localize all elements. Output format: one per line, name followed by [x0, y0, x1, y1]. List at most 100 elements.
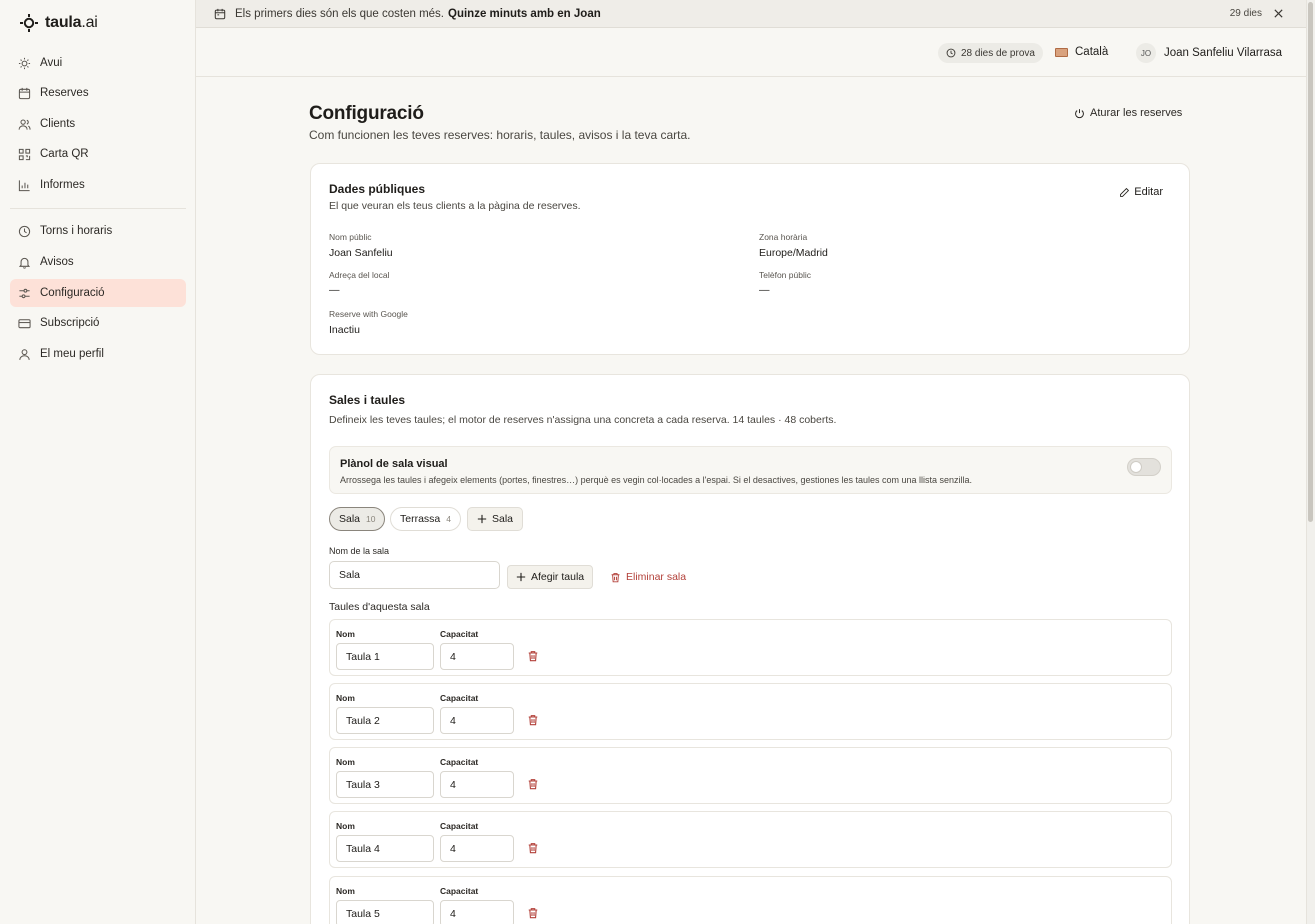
delete-room-label: Eliminar sala — [626, 571, 687, 583]
bell-icon — [18, 257, 31, 269]
sidebar-item-torns-i-horaris[interactable]: Torns i horaris — [10, 217, 186, 245]
trash-icon[interactable] — [527, 778, 539, 790]
col-name-label: Nom — [336, 629, 355, 639]
credit-card-icon — [18, 318, 31, 328]
stop-reservations-label: Aturar les reserves — [1090, 107, 1183, 119]
trial-badge[interactable]: 28 dies de prova — [938, 43, 1043, 63]
toggle-knob — [1130, 461, 1142, 473]
add-table-button[interactable]: Afegir taula — [507, 565, 594, 589]
col-name-label: Nom — [336, 886, 355, 896]
delete-room-button[interactable]: Eliminar sala — [610, 571, 686, 583]
rooms-subtitle: Defineix les teves taules; el motor de r… — [329, 414, 837, 426]
user-menu[interactable]: JO Joan Sanfeliu Vilarrasa — [1136, 43, 1282, 63]
power-icon — [1075, 108, 1084, 118]
top-bar: 28 dies de prova Català JO Joan Sanfeliu… — [196, 29, 1306, 77]
bar-chart-icon — [18, 179, 30, 191]
timezone-value: Europe/Madrid — [759, 247, 828, 259]
sidebar-item-reserves[interactable]: Reserves — [10, 79, 186, 107]
col-name-label: Nom — [336, 821, 355, 831]
sidebar-item-label: Subscripció — [40, 317, 100, 329]
tab-terrassa[interactable]: Terrassa 4 — [390, 507, 461, 531]
sidebar-item-el-meu-perfil[interactable]: El meu perfil — [10, 340, 186, 368]
trash-icon[interactable] — [527, 907, 539, 919]
stop-reservations-button[interactable]: Aturar les reserves — [1074, 107, 1182, 119]
table-capacity-input[interactable]: 4 — [440, 707, 514, 734]
room-name-input[interactable]: Sala — [329, 561, 500, 589]
sidebar-item-label: Avisos — [40, 256, 74, 268]
sidebar-item-label: Avui — [40, 57, 63, 69]
room-name-label: Nom de la sala — [329, 546, 390, 556]
reserve-with-google-value: Inactiu — [329, 324, 360, 336]
page-title: Configuració — [309, 103, 424, 124]
tab-sala[interactable]: Sala 10 — [329, 507, 386, 531]
sidebar-item-label: Informes — [40, 179, 85, 191]
sidebar-item-label: Torns i horaris — [40, 225, 113, 237]
user-icon — [19, 348, 30, 360]
logo[interactable]: taula.ai — [19, 13, 98, 33]
user-name: Joan Sanfeliu Vilarrasa — [1164, 47, 1283, 59]
table-name-input[interactable]: Taula 4 — [336, 835, 434, 862]
col-capacity-label: Capacitat — [440, 693, 479, 703]
table-row: Nom Capacitat Taula 4 4 — [329, 811, 1172, 868]
sidebar-item-subscripcio[interactable]: Subscripció — [10, 309, 186, 337]
table-row: Nom Capacitat Taula 2 4 — [329, 683, 1172, 740]
public-name-label: Nom públic — [329, 232, 372, 242]
visual-floorplan-toggle[interactable] — [1127, 458, 1161, 476]
logo-suffix: .ai — [81, 14, 98, 31]
phone-label: Telèfon públic — [759, 270, 811, 280]
add-table-label: Afegir taula — [531, 571, 585, 583]
trash-icon[interactable] — [527, 650, 539, 662]
plus-icon — [477, 514, 487, 524]
sidebar-item-label: El meu perfil — [40, 348, 104, 360]
page-subtitle: Com funcionen les teves reserves: horari… — [309, 128, 691, 142]
sidebar-item-label: Configuració — [40, 287, 105, 299]
table-name-input[interactable]: Taula 2 — [336, 707, 434, 734]
edit-button[interactable]: Editar — [1119, 186, 1163, 198]
scrollbar-thumb[interactable] — [1308, 2, 1313, 522]
calendar-icon — [214, 8, 226, 19]
sidebar-item-avui[interactable]: Avui — [10, 49, 186, 77]
rooms-tables-card: Sales i taules Defineix les teves taules… — [310, 374, 1190, 924]
col-capacity-label: Capacitat — [440, 757, 479, 767]
sidebar-item-label: Reserves — [40, 87, 89, 99]
edit-label: Editar — [1134, 186, 1163, 198]
table-row: Nom Capacitat Taula 5 4 — [329, 876, 1172, 924]
banner-cta-link[interactable]: Quinze minuts amb en Joan — [448, 8, 601, 20]
sidebar-item-clients[interactable]: Clients — [10, 110, 186, 138]
trash-icon[interactable] — [527, 842, 539, 854]
tab-count: 10 — [366, 514, 376, 524]
sidebar-item-configuracio[interactable]: Configuració — [10, 279, 186, 307]
table-capacity-input[interactable]: 4 — [440, 835, 514, 862]
logo-icon — [19, 13, 39, 33]
qr-icon — [18, 148, 31, 160]
col-capacity-label: Capacitat — [440, 821, 479, 831]
phone-value: — — [759, 284, 770, 296]
table-capacity-input[interactable]: 4 — [440, 900, 514, 924]
tab-count: 4 — [446, 514, 451, 524]
visual-floorplan-title: Plànol de sala visual — [340, 458, 448, 470]
public-data-card: Dades públiques El que veuran els teus c… — [310, 163, 1190, 355]
rooms-title: Sales i taules — [329, 393, 406, 407]
close-icon[interactable] — [1273, 8, 1284, 19]
sidebar-item-avisos[interactable]: Avisos — [10, 248, 186, 276]
add-room-button[interactable]: Sala — [467, 507, 524, 531]
plus-icon — [516, 572, 526, 582]
clock-icon — [946, 48, 956, 58]
table-name-input[interactable]: Taula 5 — [336, 900, 434, 924]
users-icon — [18, 119, 31, 130]
language-selector[interactable]: Català — [1055, 46, 1108, 58]
timezone-label: Zona horària — [759, 232, 808, 242]
reserve-with-google-label: Reserve with Google — [329, 309, 408, 319]
public-data-title: Dades públiques — [329, 182, 426, 196]
sidebar-item-carta-qr[interactable]: Carta QR — [10, 140, 186, 168]
trash-icon[interactable] — [527, 714, 539, 726]
table-name-input[interactable]: Taula 1 — [336, 643, 434, 670]
sun-icon — [18, 57, 31, 69]
trial-text: 28 dies de prova — [961, 47, 1035, 59]
table-name-input[interactable]: Taula 3 — [336, 771, 434, 798]
scrollbar[interactable] — [1306, 0, 1315, 924]
sidebar-item-informes[interactable]: Informes — [10, 171, 186, 199]
table-capacity-input[interactable]: 4 — [440, 771, 514, 798]
col-name-label: Nom — [336, 693, 355, 703]
table-capacity-input[interactable]: 4 — [440, 643, 514, 670]
